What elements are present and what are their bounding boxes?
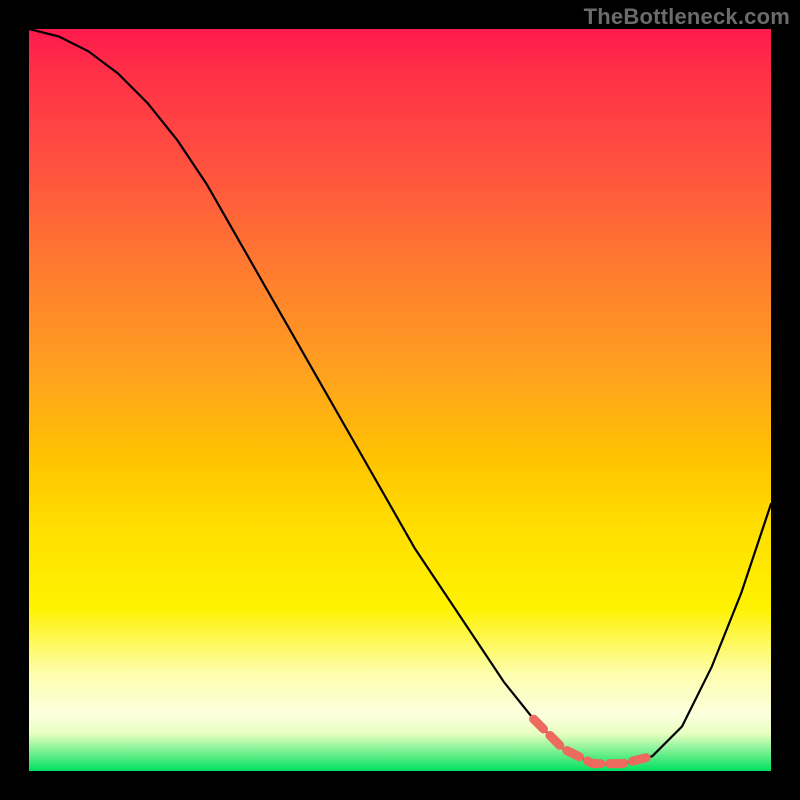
plot-area: [29, 29, 771, 771]
chart-frame: TheBottleneck.com: [0, 0, 800, 800]
watermark-text: TheBottleneck.com: [584, 4, 790, 30]
bottleneck-curve: [29, 29, 771, 771]
